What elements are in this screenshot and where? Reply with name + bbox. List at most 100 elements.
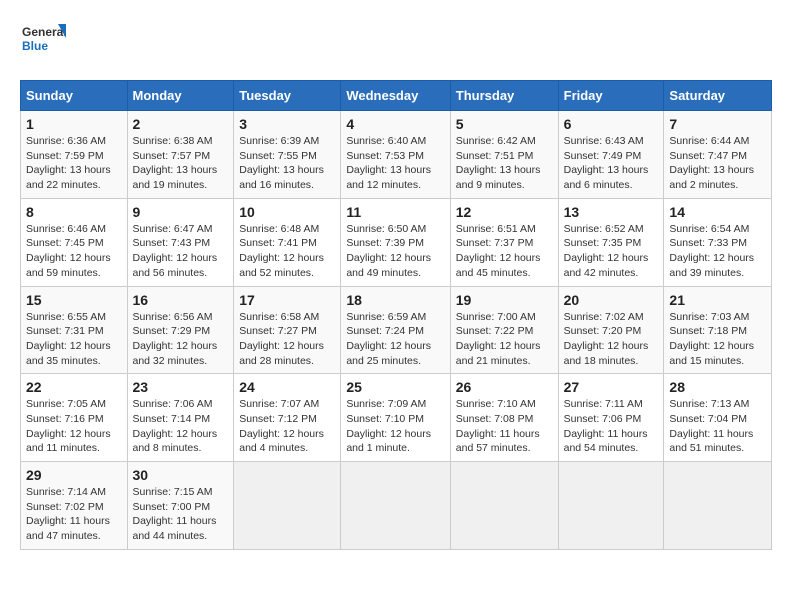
calendar-cell: 18 Sunrise: 6:59 AM Sunset: 7:24 PM Dayli…	[341, 286, 450, 374]
calendar-cell: 2Sunrise: 6:38 AM Sunset: 7:57 PM Daylig…	[127, 111, 234, 199]
day-detail: Sunrise: 7:05 AM Sunset: 7:16 PM Dayligh…	[26, 397, 122, 456]
day-detail: Sunrise: 6:44 AM Sunset: 7:47 PM Dayligh…	[669, 134, 766, 193]
day-number: 29	[26, 467, 122, 483]
day-detail: Sunrise: 6:59 AM Sunset: 7:24 PM Dayligh…	[346, 310, 444, 369]
calendar-cell: 4Sunrise: 6:40 AM Sunset: 7:53 PM Daylig…	[341, 111, 450, 199]
header-sunday: Sunday	[21, 81, 128, 111]
day-detail: Sunrise: 7:11 AM Sunset: 7:06 PM Dayligh…	[564, 397, 659, 456]
day-detail: Sunrise: 7:03 AM Sunset: 7:18 PM Dayligh…	[669, 310, 766, 369]
day-number: 6	[564, 116, 659, 132]
calendar-cell: 21 Sunrise: 7:03 AM Sunset: 7:18 PM Dayli…	[664, 286, 772, 374]
calendar-cell: 29 Sunrise: 7:14 AM Sunset: 7:02 PM Dayli…	[21, 462, 128, 550]
svg-text:Blue: Blue	[22, 39, 48, 53]
day-number: 24	[239, 379, 335, 395]
day-number: 21	[669, 292, 766, 308]
day-detail: Sunrise: 6:46 AM Sunset: 7:45 PM Dayligh…	[26, 222, 122, 281]
header-monday: Monday	[127, 81, 234, 111]
calendar-cell: 9 Sunrise: 6:47 AM Sunset: 7:43 PM Daylig…	[127, 198, 234, 286]
calendar-cell: 27 Sunrise: 7:11 AM Sunset: 7:06 PM Dayli…	[558, 374, 664, 462]
week-row-1: 1 Sunrise: 6:36 AM Sunset: 7:59 PM Daylig…	[21, 111, 772, 199]
day-number: 8	[26, 204, 122, 220]
calendar-cell: 26 Sunrise: 7:10 AM Sunset: 7:08 PM Dayli…	[450, 374, 558, 462]
calendar-cell: 5Sunrise: 6:42 AM Sunset: 7:51 PM Daylig…	[450, 111, 558, 199]
day-number: 11	[346, 204, 444, 220]
day-number: 30	[133, 467, 229, 483]
day-detail: Sunrise: 6:55 AM Sunset: 7:31 PM Dayligh…	[26, 310, 122, 369]
day-number: 9	[133, 204, 229, 220]
day-detail: Sunrise: 7:07 AM Sunset: 7:12 PM Dayligh…	[239, 397, 335, 456]
logo-svg: General Blue	[20, 20, 70, 64]
week-row-4: 22Sunrise: 7:05 AM Sunset: 7:16 PM Dayli…	[21, 374, 772, 462]
day-detail: Sunrise: 7:14 AM Sunset: 7:02 PM Dayligh…	[26, 485, 122, 544]
calendar-cell: 3 Sunrise: 6:39 AM Sunset: 7:55 PM Daylig…	[234, 111, 341, 199]
header-wednesday: Wednesday	[341, 81, 450, 111]
day-number: 18	[346, 292, 444, 308]
calendar-cell: 8 Sunrise: 6:46 AM Sunset: 7:45 PM Daylig…	[21, 198, 128, 286]
day-detail: Sunrise: 6:56 AM Sunset: 7:29 PM Dayligh…	[133, 310, 229, 369]
day-detail: Sunrise: 7:00 AM Sunset: 7:22 PM Dayligh…	[456, 310, 553, 369]
day-detail: Sunrise: 6:39 AM Sunset: 7:55 PM Dayligh…	[239, 134, 335, 193]
calendar-cell: 10 Sunrise: 6:48 AM Sunset: 7:41 PM Dayli…	[234, 198, 341, 286]
calendar-cell	[450, 462, 558, 550]
calendar-cell	[558, 462, 664, 550]
day-number: 26	[456, 379, 553, 395]
calendar-cell	[664, 462, 772, 550]
day-number: 23	[133, 379, 229, 395]
calendar-table: SundayMondayTuesdayWednesdayThursdayFrid…	[20, 80, 772, 550]
day-number: 19	[456, 292, 553, 308]
calendar-cell: 14 Sunrise: 6:54 AM Sunset: 7:33 PM Dayli…	[664, 198, 772, 286]
day-number: 10	[239, 204, 335, 220]
calendar-cell: 6 Sunrise: 6:43 AM Sunset: 7:49 PM Daylig…	[558, 111, 664, 199]
day-detail: Sunrise: 6:54 AM Sunset: 7:33 PM Dayligh…	[669, 222, 766, 281]
day-number: 5	[456, 116, 553, 132]
day-detail: Sunrise: 6:36 AM Sunset: 7:59 PM Dayligh…	[26, 134, 122, 193]
header-row: SundayMondayTuesdayWednesdayThursdayFrid…	[21, 81, 772, 111]
day-number: 27	[564, 379, 659, 395]
calendar-cell	[341, 462, 450, 550]
calendar-cell: 12 Sunrise: 6:51 AM Sunset: 7:37 PM Dayli…	[450, 198, 558, 286]
header-thursday: Thursday	[450, 81, 558, 111]
calendar-cell: 15 Sunrise: 6:55 AM Sunset: 7:31 PM Dayli…	[21, 286, 128, 374]
day-detail: Sunrise: 6:58 AM Sunset: 7:27 PM Dayligh…	[239, 310, 335, 369]
day-detail: Sunrise: 6:40 AM Sunset: 7:53 PM Dayligh…	[346, 134, 444, 193]
calendar-cell: 25 Sunrise: 7:09 AM Sunset: 7:10 PM Dayli…	[341, 374, 450, 462]
day-number: 16	[133, 292, 229, 308]
calendar-cell: 19 Sunrise: 7:00 AM Sunset: 7:22 PM Dayli…	[450, 286, 558, 374]
day-detail: Sunrise: 6:51 AM Sunset: 7:37 PM Dayligh…	[456, 222, 553, 281]
day-number: 20	[564, 292, 659, 308]
day-number: 1	[26, 116, 122, 132]
calendar-cell: 22Sunrise: 7:05 AM Sunset: 7:16 PM Dayli…	[21, 374, 128, 462]
day-detail: Sunrise: 6:48 AM Sunset: 7:41 PM Dayligh…	[239, 222, 335, 281]
calendar-cell: 17 Sunrise: 6:58 AM Sunset: 7:27 PM Dayli…	[234, 286, 341, 374]
day-number: 14	[669, 204, 766, 220]
day-number: 12	[456, 204, 553, 220]
day-detail: Sunrise: 6:47 AM Sunset: 7:43 PM Dayligh…	[133, 222, 229, 281]
header-saturday: Saturday	[664, 81, 772, 111]
calendar-cell: 16 Sunrise: 6:56 AM Sunset: 7:29 PM Dayli…	[127, 286, 234, 374]
header-tuesday: Tuesday	[234, 81, 341, 111]
calendar-cell: 24 Sunrise: 7:07 AM Sunset: 7:12 PM Dayli…	[234, 374, 341, 462]
day-detail: Sunrise: 6:50 AM Sunset: 7:39 PM Dayligh…	[346, 222, 444, 281]
calendar-cell: 13Sunrise: 6:52 AM Sunset: 7:35 PM Dayli…	[558, 198, 664, 286]
logo: General Blue	[20, 20, 70, 64]
day-detail: Sunrise: 7:13 AM Sunset: 7:04 PM Dayligh…	[669, 397, 766, 456]
week-row-3: 15 Sunrise: 6:55 AM Sunset: 7:31 PM Dayli…	[21, 286, 772, 374]
calendar-cell: 1 Sunrise: 6:36 AM Sunset: 7:59 PM Daylig…	[21, 111, 128, 199]
day-detail: Sunrise: 7:09 AM Sunset: 7:10 PM Dayligh…	[346, 397, 444, 456]
day-detail: Sunrise: 6:43 AM Sunset: 7:49 PM Dayligh…	[564, 134, 659, 193]
page-header: General Blue	[20, 20, 772, 64]
calendar-cell: 28Sunrise: 7:13 AM Sunset: 7:04 PM Dayli…	[664, 374, 772, 462]
calendar-cell: 23Sunrise: 7:06 AM Sunset: 7:14 PM Dayli…	[127, 374, 234, 462]
day-number: 15	[26, 292, 122, 308]
calendar-cell	[234, 462, 341, 550]
week-row-5: 29 Sunrise: 7:14 AM Sunset: 7:02 PM Dayli…	[21, 462, 772, 550]
week-row-2: 8 Sunrise: 6:46 AM Sunset: 7:45 PM Daylig…	[21, 198, 772, 286]
day-number: 3	[239, 116, 335, 132]
day-detail: Sunrise: 6:52 AM Sunset: 7:35 PM Dayligh…	[564, 222, 659, 281]
day-number: 7	[669, 116, 766, 132]
day-detail: Sunrise: 7:10 AM Sunset: 7:08 PM Dayligh…	[456, 397, 553, 456]
calendar-cell: 30Sunrise: 7:15 AM Sunset: 7:00 PM Dayli…	[127, 462, 234, 550]
day-number: 25	[346, 379, 444, 395]
calendar-cell: 7 Sunrise: 6:44 AM Sunset: 7:47 PM Daylig…	[664, 111, 772, 199]
day-number: 17	[239, 292, 335, 308]
